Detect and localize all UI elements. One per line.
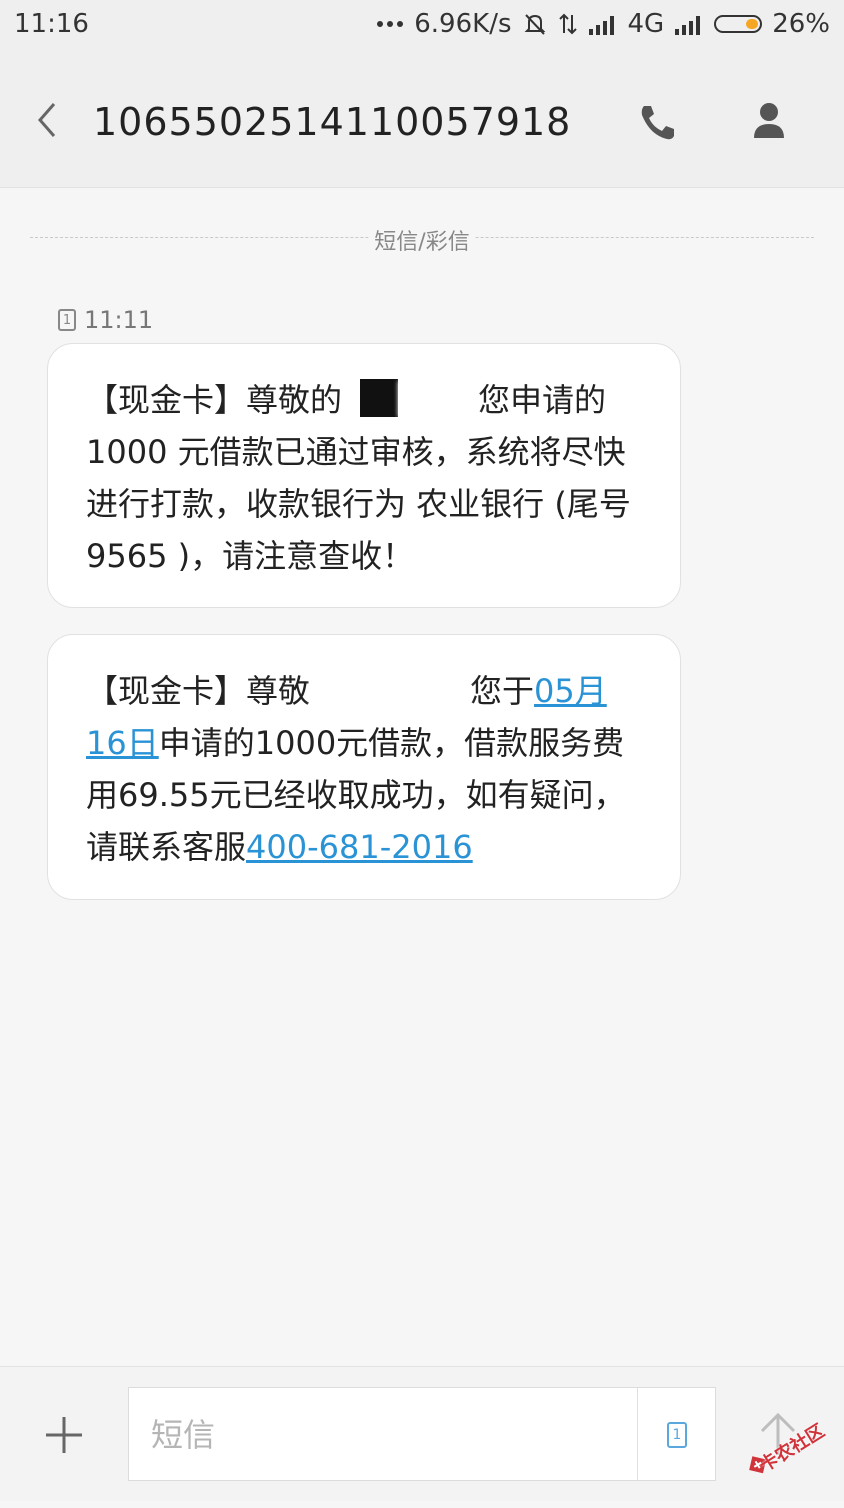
battery-percent: 26%	[772, 9, 830, 39]
message-text: 【现金卡】尊敬的	[86, 381, 343, 419]
status-time: 11:16	[14, 9, 89, 39]
message-input[interactable]	[149, 1410, 633, 1460]
sim-icon[interactable]: 1	[667, 1422, 687, 1448]
date-divider: 短信/彩信	[30, 222, 814, 256]
signal-icon	[588, 13, 618, 35]
divider-label: 短信/彩信	[368, 224, 476, 256]
conversation-header: 1065502514110057918	[0, 50, 844, 188]
status-right: 6.96K/s 4G 26%	[376, 9, 830, 39]
message-time-label: 11:11	[84, 306, 154, 334]
network-speed: 6.96K/s	[414, 9, 512, 39]
more-dots-icon	[376, 19, 404, 29]
contact-icon[interactable]	[750, 100, 788, 142]
redaction-mark	[398, 381, 479, 417]
message-text: 【现金卡】尊敬	[86, 672, 311, 710]
redaction-mark	[310, 672, 471, 708]
conversation-title: 1065502514110057918	[93, 100, 572, 144]
data-arrows-icon	[558, 11, 578, 37]
battery-icon	[714, 15, 763, 33]
redaction-mark	[360, 379, 399, 417]
message-bubble[interactable]: 【现金卡】尊敬的 您申请的1000 元借款已通过审核，系统将尽快进行打款，收款银行…	[47, 343, 681, 608]
message-text: 您于	[470, 672, 535, 710]
message-time: 1 11:11	[58, 306, 153, 334]
signal-icon	[674, 13, 704, 35]
status-bar: 11:16 6.96K/s 4G 26%	[0, 0, 844, 50]
plus-icon[interactable]	[44, 1415, 84, 1455]
composer: 1	[0, 1366, 844, 1501]
phone-icon[interactable]	[636, 102, 680, 142]
sim-icon: 1	[58, 309, 76, 331]
phone-link[interactable]: 400-681-2016	[246, 828, 473, 866]
back-arrow-icon[interactable]	[28, 98, 68, 142]
network-type: 4G	[627, 9, 665, 39]
message-input-box: 1	[128, 1387, 716, 1481]
message-bubble[interactable]: 【现金卡】尊敬 您于05月16日申请的1000元借款，借款服务费用69.55元已经…	[47, 634, 681, 900]
watermark-text: 卡农社区	[756, 1420, 829, 1477]
mute-bell-icon	[522, 11, 548, 37]
